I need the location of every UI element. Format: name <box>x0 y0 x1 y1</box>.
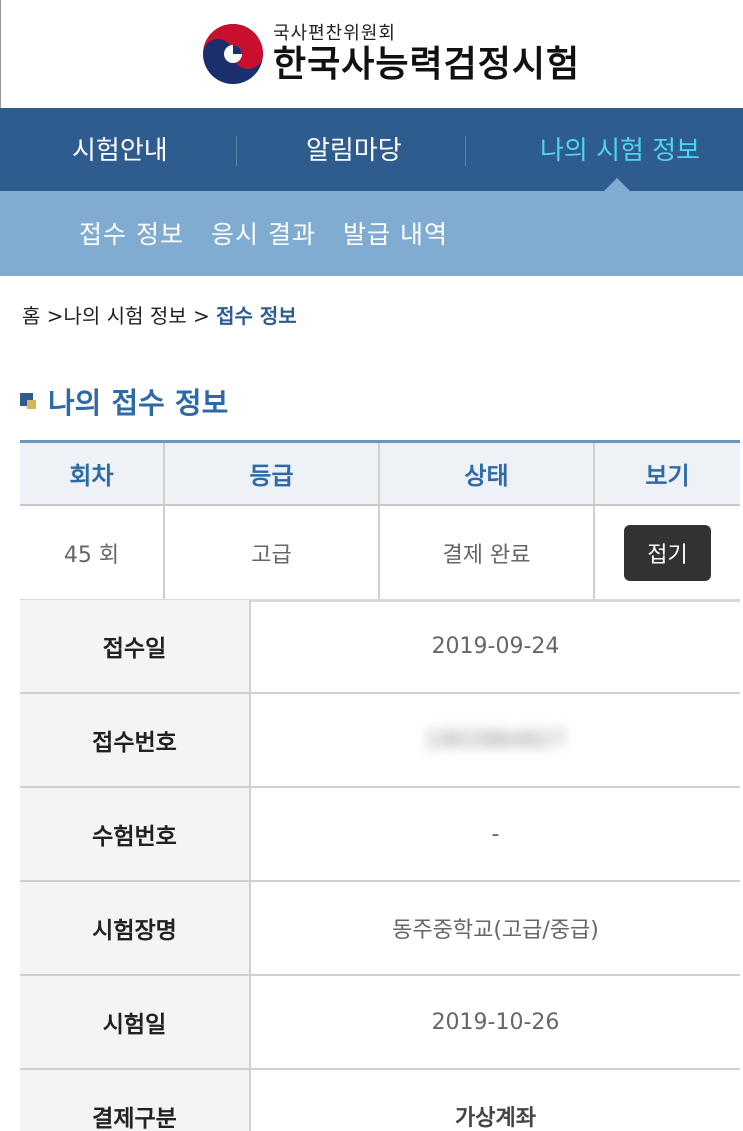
detail-value: 2019-10-26 <box>431 1009 560 1035</box>
breadcrumb: 홈 >나의 시험 정보 > 접수 정보 <box>22 300 297 329</box>
nav-notice[interactable]: 알림마당 <box>306 130 402 167</box>
header-round: 회차 <box>20 443 165 504</box>
header-view: 보기 <box>645 462 690 490</box>
detail-label: 접수일 <box>20 600 251 692</box>
subnav-registration-info[interactable]: 접수 정보 <box>79 215 184 251</box>
org-subtitle: 국사편찬위원회 <box>273 23 396 44</box>
detail-row-exam-site: 시험장명 동주중학교(고급/중급) <box>20 882 740 976</box>
cell-round: 45 회 <box>20 506 165 599</box>
org-title: 한국사능력검정시험 <box>273 44 581 85</box>
detail-label: 시험장명 <box>20 882 251 974</box>
detail-value: 동주중학교(고급/중급) <box>392 918 599 943</box>
sub-nav: 접수 정보 응시 결과 발급 내역 <box>0 191 743 276</box>
nav-exam-info[interactable]: 시험안내 <box>72 130 168 167</box>
header-grade: 등급 <box>165 443 380 504</box>
main-nav: 시험안내 알림마당 나의 시험 정보 <box>0 108 743 191</box>
cell-grade: 고급 <box>165 506 380 599</box>
table-row: 45 회 고급 결제 완료 접기 <box>20 506 740 602</box>
registration-summary-table: 회차 등급 상태 보기 45 회 고급 결제 완료 접기 <box>20 440 740 602</box>
subnav-issue-history[interactable]: 발급 내역 <box>343 215 448 251</box>
site-header: 국사편찬위원회 한국사능력검정시험 <box>0 0 743 108</box>
detail-label: 접수번호 <box>20 694 251 786</box>
cell-status: 결제 완료 <box>380 506 595 599</box>
collapse-button[interactable]: 접기 <box>624 524 711 581</box>
nav-my-exam-info[interactable]: 나의 시험 정보 <box>540 130 700 167</box>
detail-value: 가상계좌 <box>455 1106 536 1131</box>
active-nav-indicator <box>604 178 630 191</box>
header-status: 상태 <box>380 443 595 504</box>
taegeuk-emblem-icon <box>203 24 263 84</box>
detail-value-wrap: 1902884827 <box>251 694 740 786</box>
detail-row-exam-number: 수험번호 - <box>20 788 740 882</box>
registration-detail-table: 접수일 2019-09-24 접수번호 1902884827 수험번호 - 시험… <box>20 600 740 1131</box>
detail-row-registration-date: 접수일 2019-09-24 <box>20 600 740 694</box>
detail-label: 결제구분 <box>20 1070 251 1131</box>
nav-divider <box>465 136 466 166</box>
detail-label: 수험번호 <box>20 788 251 880</box>
subnav-exam-results[interactable]: 응시 결과 <box>211 215 316 251</box>
detail-value: - <box>491 821 500 847</box>
detail-value-blurred: 1902884827 <box>425 727 566 753</box>
detail-row-payment-type: 결제구분 가상계좌 <box>20 1070 740 1131</box>
section-title: 나의 접수 정보 <box>20 380 228 422</box>
nav-divider <box>236 136 237 166</box>
table-header-row: 회차 등급 상태 보기 <box>20 440 740 506</box>
page-title: 나의 접수 정보 <box>48 386 229 420</box>
detail-value: 2019-09-24 <box>431 633 560 659</box>
breadcrumb-path[interactable]: 홈 >나의 시험 정보 > <box>22 304 216 328</box>
site-logo[interactable]: 국사편찬위원회 한국사능력검정시험 <box>201 22 580 86</box>
logo-text: 국사편찬위원회 한국사능력검정시험 <box>273 23 580 85</box>
detail-row-registration-number: 접수번호 1902884827 <box>20 694 740 788</box>
detail-row-exam-date: 시험일 2019-10-26 <box>20 976 740 1070</box>
detail-label: 시험일 <box>20 976 251 1068</box>
cell-action: 접기 <box>595 506 740 599</box>
square-bullet-icon <box>20 393 36 409</box>
breadcrumb-current: 접수 정보 <box>216 304 297 328</box>
